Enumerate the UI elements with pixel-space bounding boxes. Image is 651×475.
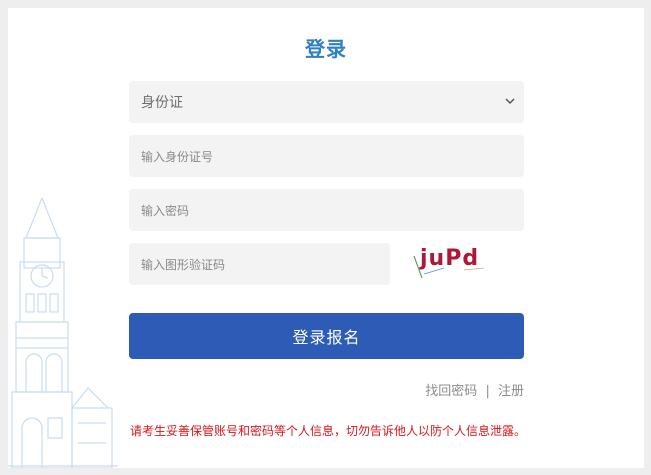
captcha-placeholder: 输入图形验证码	[141, 257, 226, 272]
captcha-input[interactable]: 输入图形验证码	[129, 243, 390, 285]
link-separator: |	[485, 384, 490, 399]
password-placeholder: 输入密码	[141, 203, 190, 218]
forgot-password-link[interactable]: 找回密码	[425, 384, 477, 399]
id-number-input[interactable]: 输入身份证号	[129, 135, 524, 177]
account-links: 找回密码 | 注册	[425, 380, 524, 399]
register-link[interactable]: 注册	[498, 384, 524, 399]
page-title: 登录	[305, 37, 347, 61]
password-input[interactable]: 输入密码	[129, 189, 524, 231]
id-number-placeholder: 输入身份证号	[141, 149, 214, 164]
id-type-selected-value: 身份证	[141, 95, 183, 111]
captcha-text: juPd	[420, 246, 480, 271]
login-card: 登录 身份证 输入身份证号 输入密码 输入图形验证码 juPd 登录报名 找回密…	[8, 8, 644, 468]
clock-tower-illustration	[8, 198, 118, 468]
chevron-down-icon	[505, 98, 515, 105]
captcha-image[interactable]: juPd	[404, 244, 490, 280]
id-type-select[interactable]: 身份证	[129, 81, 524, 123]
security-notice: 请考生妥善保管账号和密码等个人信息，切勿告诉他人以防个人信息泄露。	[130, 424, 527, 438]
login-register-button[interactable]: 登录报名	[129, 313, 524, 359]
